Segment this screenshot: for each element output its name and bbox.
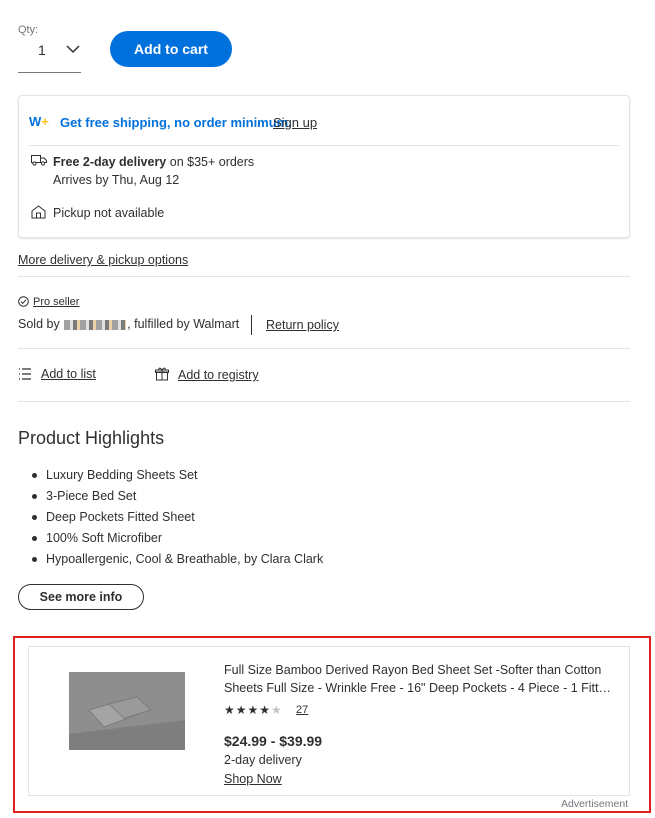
seller-name-redacted[interactable]: [64, 319, 127, 330]
store-icon: [31, 205, 46, 219]
vertical-separator: [251, 315, 252, 335]
add-to-list-link[interactable]: Add to list: [41, 367, 96, 381]
return-policy-link[interactable]: Return policy: [266, 318, 339, 332]
ad-title-line: Full Size Bamboo Derived Rayon Bed Sheet…: [224, 663, 602, 677]
review-count-link[interactable]: 27: [296, 704, 308, 716]
list-item: Deep Pockets Fitted Sheet: [18, 508, 323, 529]
product-image[interactable]: [69, 672, 185, 750]
add-to-cart-button[interactable]: Add to cart: [110, 31, 232, 67]
divider: [18, 276, 630, 277]
pickup-status: Pickup not available: [53, 206, 165, 220]
add-to-registry-link[interactable]: Add to registry: [178, 368, 259, 382]
card-divider: [29, 145, 619, 146]
quantity-select[interactable]: 1: [18, 36, 81, 73]
list-item: 100% Soft Microfiber: [18, 529, 323, 550]
ad-price: $24.99 - $39.99: [224, 733, 323, 749]
chevron-down-icon: [66, 45, 80, 54]
highlights-list: Luxury Bedding Sheets Set 3-Piece Bed Se…: [18, 466, 323, 571]
sold-by-prefix: Sold by: [18, 317, 60, 331]
gift-icon: [155, 367, 169, 381]
sold-by-text: Sold by , fulfilled by Walmart: [18, 317, 239, 331]
qty-value: 1: [38, 42, 46, 58]
list-item: 3-Piece Bed Set: [18, 487, 323, 508]
product-highlights-title: Product Highlights: [18, 428, 165, 448]
fulfilled-text: , fulfilled by Walmart: [127, 317, 240, 331]
delivery-card: W+ Get free shipping, no order minimum. …: [18, 95, 630, 238]
pro-seller-link[interactable]: Pro seller: [33, 296, 79, 308]
star-filled-icons: ★★★★: [224, 703, 272, 717]
list-item: Hypoallergenic, Cool & Breathable, by Cl…: [18, 550, 323, 571]
star-empty-icon: ★: [271, 703, 283, 717]
delivery-info: Free 2-day delivery on $35+ orders: [53, 155, 254, 169]
arrival-date: Arrives by Thu, Aug 12: [53, 173, 180, 187]
divider: [18, 401, 630, 402]
ad-product-title[interactable]: Full Size Bamboo Derived Rayon Bed Sheet…: [224, 661, 614, 697]
more-delivery-options-link[interactable]: More delivery & pickup options: [18, 253, 188, 267]
list-icon: [19, 368, 31, 380]
delivery-rest: on $35+ orders: [166, 155, 255, 169]
divider: [18, 348, 630, 349]
list-item: Luxury Bedding Sheets Set: [18, 466, 323, 487]
signup-link[interactable]: Sign up: [273, 115, 317, 130]
ad-delivery: 2-day delivery: [224, 753, 302, 767]
walmart-plus-logo: W+: [29, 114, 49, 129]
ad-title-line: Sheets Full Size - Wrinkle Free - 16" De…: [224, 681, 614, 695]
delivery-bold: Free 2-day delivery: [53, 155, 167, 169]
shop-now-link[interactable]: Shop Now: [224, 772, 282, 786]
see-more-info-button[interactable]: See more info: [18, 584, 144, 610]
rating-stars: ★★★★★: [224, 703, 283, 717]
check-circle-icon: [18, 296, 29, 307]
qty-label: Qty:: [18, 24, 39, 36]
truck-icon: [31, 155, 47, 166]
free-shipping-text: Get free shipping, no order minimum.: [60, 115, 292, 130]
advertisement-label: Advertisement: [561, 798, 629, 810]
sheet-illustration: [69, 672, 185, 750]
